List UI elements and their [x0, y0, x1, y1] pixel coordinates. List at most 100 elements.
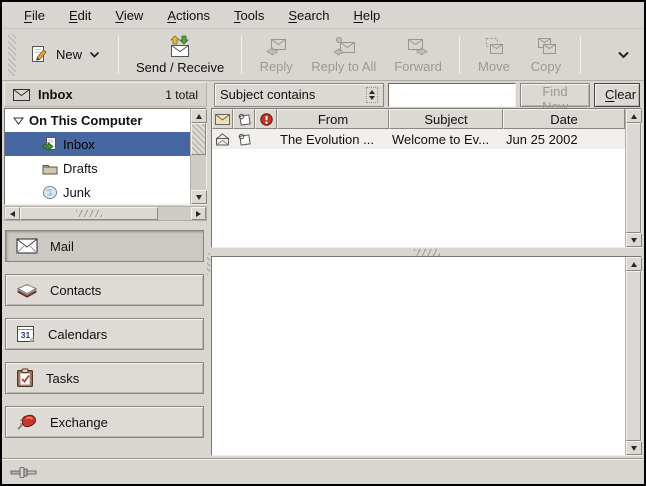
switcher-calendars-button[interactable]: 31 Calendars [5, 318, 204, 350]
message-status-icon [215, 114, 230, 125]
preview-pane-splitter[interactable] [211, 248, 642, 256]
column-label: Date [550, 112, 577, 127]
calendars-icon: 31 [16, 325, 36, 343]
subject-cell: Welcome to Ev... [389, 132, 503, 147]
column-date[interactable]: Date [503, 109, 625, 129]
toolbar-separator [241, 36, 242, 74]
scroll-right-arrow[interactable] [191, 207, 206, 220]
left-panel: Inbox 1 total On This Computer [2, 81, 207, 458]
junk-icon [42, 185, 58, 199]
send-receive-button[interactable]: Send / Receive [127, 33, 233, 77]
clear-button[interactable]: Clear [594, 83, 640, 107]
scroll-thumb[interactable] [191, 123, 206, 155]
tree-vertical-scrollbar[interactable] [190, 109, 206, 204]
search-bar: Subject contains Find Now Clear [214, 82, 642, 107]
tree-item-label: Junk [63, 185, 90, 200]
tree-node-inbox[interactable]: Inbox [5, 132, 190, 156]
thumb-grip [76, 210, 102, 217]
scroll-up-arrow[interactable] [626, 257, 642, 271]
column-message-status[interactable] [212, 109, 233, 129]
chevron-down-icon [617, 51, 630, 59]
copy-button[interactable]: Copy [520, 34, 572, 76]
tree-horizontal-scrollbar[interactable] [4, 206, 207, 221]
scroll-up-arrow[interactable] [626, 109, 642, 123]
folder-tree-body: On This Computer Inbox [5, 109, 190, 204]
toolbar-overflow-chevron[interactable] [613, 43, 634, 66]
reply-label: Reply [260, 59, 293, 74]
column-subject[interactable]: Subject [389, 109, 503, 129]
expander-triangle-icon[interactable] [13, 117, 24, 125]
switcher-tasks-button[interactable]: Tasks [5, 362, 204, 394]
search-criteria-dropdown[interactable]: Subject contains [214, 83, 384, 107]
scroll-down-arrow[interactable] [191, 190, 207, 204]
message-row[interactable]: The Evolution ... Welcome to Ev... Jun 2… [212, 129, 625, 149]
toolbar-separator [580, 36, 581, 74]
scroll-track[interactable] [191, 123, 206, 190]
forward-button[interactable]: Forward [385, 34, 451, 76]
component-switcher: Mail Contacts [4, 221, 207, 456]
column-attachment[interactable] [233, 109, 255, 129]
message-list-header: From Subject Date [212, 109, 625, 129]
tree-node-on-this-computer[interactable]: On This Computer [5, 109, 190, 132]
send-receive-label: Send / Receive [136, 60, 224, 75]
tree-node-drafts[interactable]: Drafts [5, 156, 190, 180]
scroll-thumb[interactable] [626, 271, 641, 441]
search-criteria-value: Subject contains [220, 87, 362, 102]
reply-to-all-button[interactable]: Reply to All [302, 34, 385, 76]
tree-root-label: On This Computer [29, 113, 142, 128]
preview-vertical-scrollbar[interactable] [625, 257, 641, 455]
reply-button[interactable]: Reply [250, 34, 302, 76]
tree-item-label: Drafts [63, 161, 98, 176]
move-button[interactable]: Move [468, 34, 520, 76]
status-bar [2, 460, 644, 484]
scroll-thumb[interactable] [20, 207, 158, 220]
scroll-left-arrow[interactable] [5, 207, 20, 220]
menu-edit[interactable]: Edit [57, 5, 103, 26]
scroll-thumb[interactable] [626, 123, 641, 233]
inbox-icon [42, 136, 58, 152]
scroll-down-arrow[interactable] [626, 441, 642, 455]
new-button[interactable]: New [20, 39, 110, 70]
attachment-icon [237, 133, 251, 146]
search-input[interactable] [388, 83, 516, 107]
menu-view[interactable]: View [103, 5, 155, 26]
forward-label: Forward [394, 59, 442, 74]
switcher-label: Tasks [46, 371, 79, 386]
toolbar-drag-handle[interactable] [8, 34, 16, 76]
scroll-down-arrow[interactable] [626, 233, 642, 247]
scroll-track[interactable] [626, 271, 641, 441]
chevron-down-icon [89, 51, 100, 58]
scroll-track[interactable] [626, 123, 641, 233]
column-important[interactable] [255, 109, 277, 129]
inbox-envelope-icon [13, 89, 30, 101]
toolbar-separator [118, 36, 119, 74]
menu-tools[interactable]: Tools [222, 5, 276, 26]
attachment-cell [233, 133, 255, 146]
reply-icon [264, 36, 288, 57]
new-button-label: New [56, 47, 82, 62]
move-label: Move [478, 59, 510, 74]
find-now-button[interactable]: Find Now [520, 83, 590, 107]
folder-title: Inbox [38, 87, 73, 102]
switcher-contacts-button[interactable]: Contacts [5, 274, 204, 306]
menu-actions[interactable]: Actions [155, 5, 222, 26]
online-connector-icon[interactable] [10, 466, 42, 479]
dropdown-arrows-icon [366, 87, 378, 103]
switcher-mail-button[interactable]: Mail [5, 230, 204, 262]
menu-help[interactable]: Help [342, 5, 393, 26]
scroll-up-arrow[interactable] [191, 109, 207, 123]
message-list-vertical-scrollbar[interactable] [625, 109, 641, 247]
main-area: Inbox 1 total On This Computer [2, 81, 644, 458]
folder-count: 1 total [165, 88, 198, 102]
preview-pane-body [212, 257, 625, 455]
switcher-exchange-button[interactable]: Exchange [5, 406, 204, 438]
column-label: Subject [424, 112, 467, 127]
move-icon [482, 36, 506, 57]
send-receive-icon [167, 35, 193, 58]
folder-header: Inbox 1 total [4, 82, 207, 107]
column-from[interactable]: From [277, 109, 389, 129]
menu-search[interactable]: Search [276, 5, 341, 26]
scroll-track[interactable] [20, 207, 191, 220]
tree-node-junk[interactable]: Junk [5, 180, 190, 204]
menu-file[interactable]: File [12, 5, 57, 26]
